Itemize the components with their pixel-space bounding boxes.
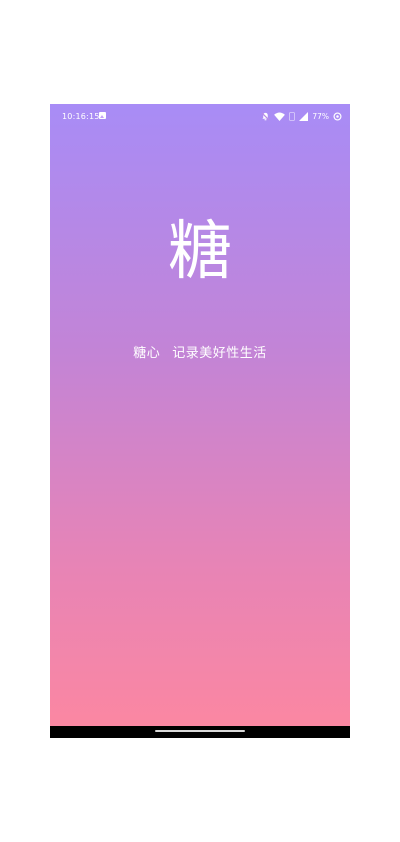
wifi-icon [274, 111, 286, 121]
status-time: 10:16:15 [62, 112, 100, 121]
status-bar: 10:16:15 77% [50, 104, 350, 128]
app-name: 糖心 [133, 346, 161, 361]
app-logo: 糖 [168, 215, 232, 289]
splash-screen: 10:16:15 77% 糖 糖心 记录美好性生活 [50, 104, 350, 726]
image-icon [99, 112, 106, 119]
signal-icon [299, 111, 309, 121]
slogan: 记录美好性生活 [172, 346, 267, 361]
sim-icon [289, 111, 296, 121]
phone-frame: 10:16:15 77% 糖 糖心 记录美好性生活 [50, 104, 350, 738]
navigation-bar [50, 726, 350, 738]
status-icons: 77% [261, 109, 342, 123]
tagline: 糖心 记录美好性生活 [50, 342, 350, 361]
battery-percentage: 77% [312, 111, 329, 121]
battery-saver-icon [333, 111, 342, 121]
home-indicator[interactable] [155, 730, 245, 732]
bell-off-icon [261, 111, 270, 121]
